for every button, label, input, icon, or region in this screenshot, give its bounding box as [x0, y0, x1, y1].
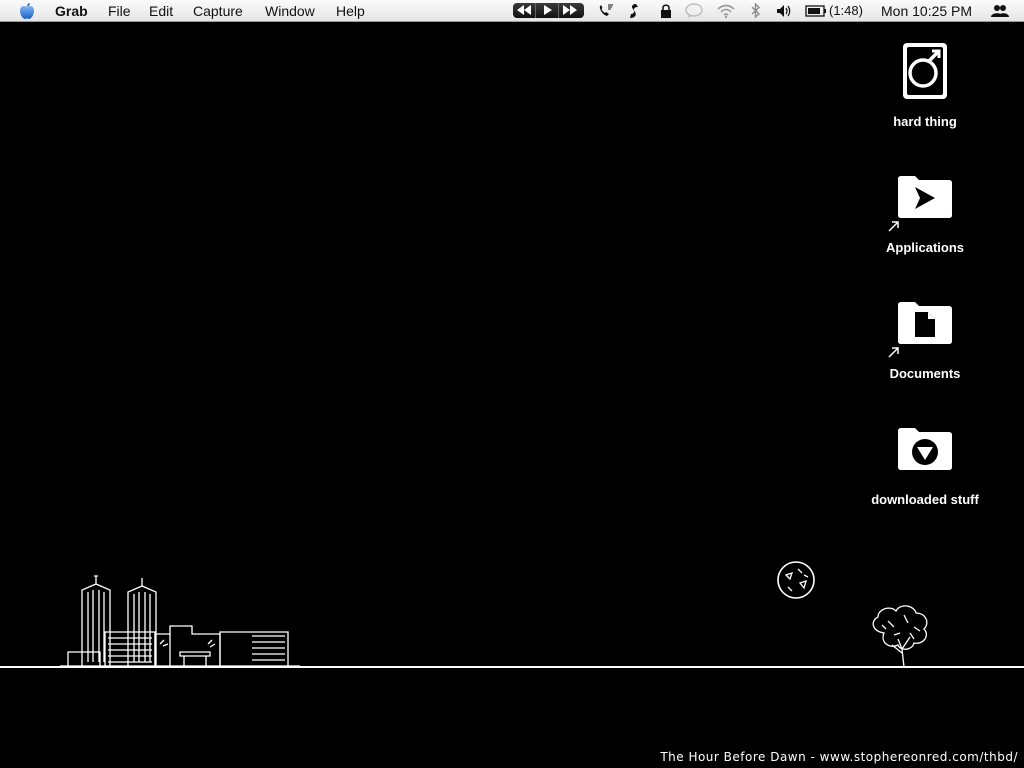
users-icon[interactable] — [990, 3, 1010, 19]
alias-arrow-icon — [888, 221, 899, 232]
menu-edit[interactable]: Edit — [149, 3, 173, 19]
play-button[interactable] — [536, 3, 559, 18]
chat-bubble-icon[interactable] — [684, 3, 704, 19]
script-icon[interactable] — [626, 3, 642, 19]
desktop-icon-documents[interactable]: Documents — [860, 296, 990, 388]
desktop-icon-label: Applications — [885, 240, 964, 255]
alias-arrow-icon — [888, 347, 899, 358]
menu-file[interactable]: File — [108, 3, 131, 19]
volume-icon[interactable] — [775, 3, 793, 19]
media-controls — [513, 3, 584, 18]
battery-icon[interactable] — [805, 3, 827, 19]
desktop-icon-label: hard thing — [893, 114, 957, 129]
moon-illustration — [777, 561, 815, 599]
wifi-icon[interactable] — [716, 3, 736, 19]
battery-time[interactable]: (1:48) — [829, 3, 863, 19]
desktop-icon-label: Documents — [889, 366, 961, 381]
desktop-icon-downloaded-stuff[interactable]: downloaded stuff — [860, 422, 990, 514]
desktop-icon-applications[interactable]: Applications — [860, 170, 990, 262]
fast-forward-icon — [563, 5, 577, 15]
lock-icon[interactable] — [659, 3, 673, 19]
phone-icon[interactable] — [597, 3, 615, 19]
wallpaper-credit-text: The Hour Before Dawn - www.stophereonred… — [660, 750, 1018, 764]
rewind-icon — [517, 5, 531, 15]
hard-drive-icon — [903, 43, 947, 99]
play-icon — [544, 5, 552, 15]
fast-forward-button[interactable] — [559, 3, 584, 18]
apple-menu-icon[interactable] — [17, 2, 37, 20]
city-skyline-illustration — [60, 575, 300, 667]
rewind-button[interactable] — [513, 3, 536, 18]
menu-window[interactable]: Window — [265, 3, 315, 19]
desktop-icon-label: downloaded stuff — [871, 492, 979, 507]
downloads-folder-icon — [898, 428, 952, 470]
menu-capture[interactable]: Capture — [193, 3, 243, 19]
menu-app-name[interactable]: Grab — [55, 3, 88, 19]
menu-bar: Grab File Edit Capture Window Help (1:48… — [0, 0, 1024, 22]
tree-illustration — [872, 605, 928, 668]
bluetooth-icon[interactable] — [750, 3, 762, 19]
horizon-line — [0, 666, 1024, 668]
menu-help[interactable]: Help — [336, 3, 365, 19]
menu-clock[interactable]: Mon 10:25 PM — [881, 3, 972, 19]
applications-folder-icon — [898, 176, 952, 218]
desktop-screen: Grab File Edit Capture Window Help (1:48… — [0, 0, 1024, 768]
desktop-icon-hard-thing[interactable]: hard thing — [860, 40, 990, 136]
documents-folder-icon — [898, 302, 952, 344]
